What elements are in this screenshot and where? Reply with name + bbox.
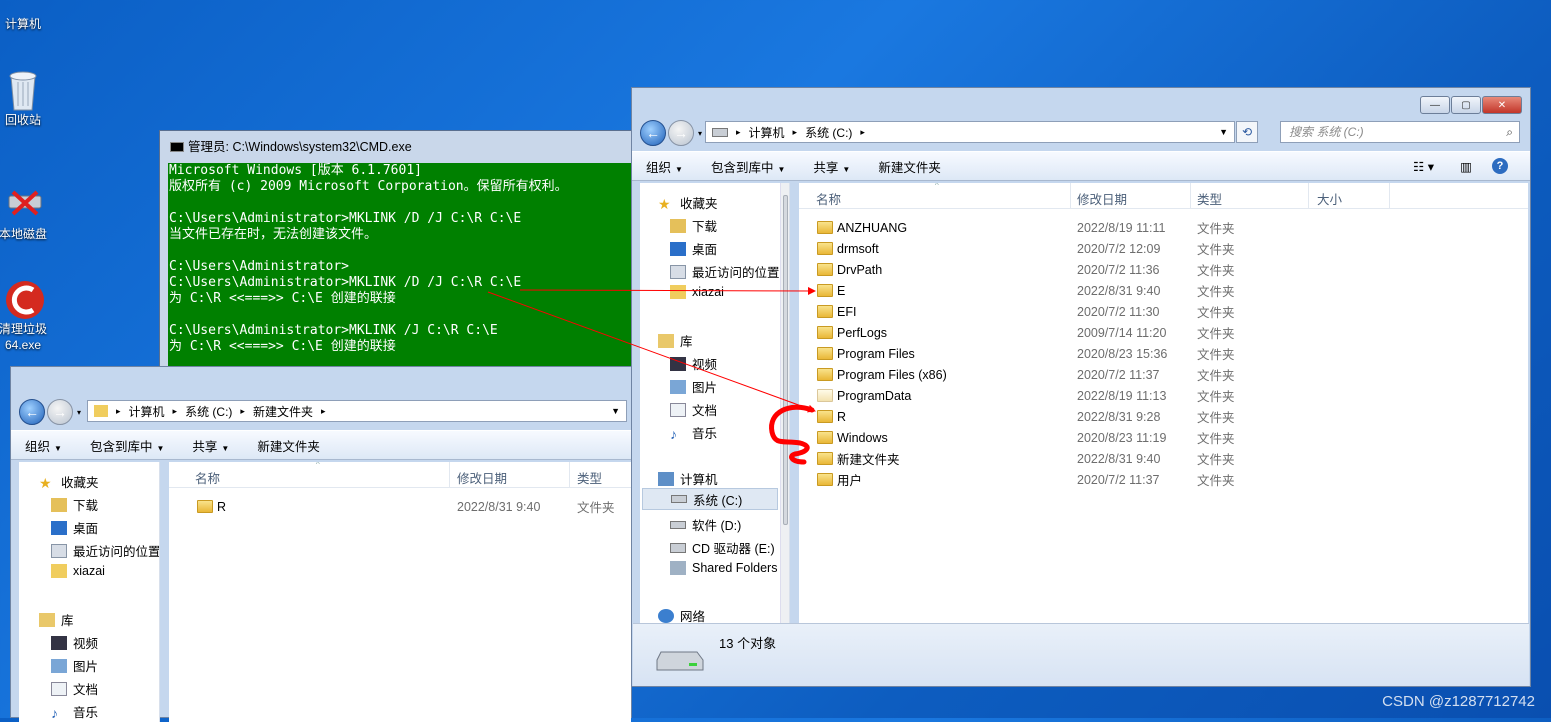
annotation-overlay: [487, 286, 816, 465]
watermark: CSDN @z1287712742: [1382, 693, 1535, 710]
annotation-arrow-e: [519, 286, 816, 295]
annotation-arrow-r: [487, 291, 816, 413]
annotation-scribble: [769, 404, 815, 465]
